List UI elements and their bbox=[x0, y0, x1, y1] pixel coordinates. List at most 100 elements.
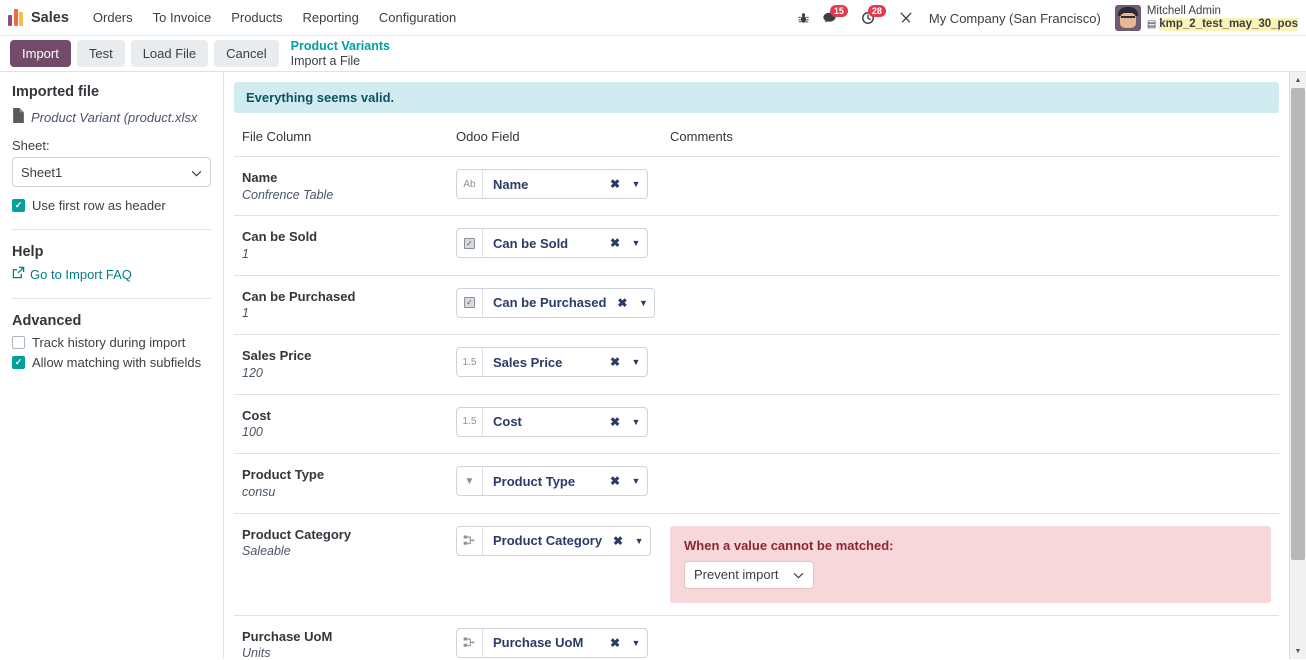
scroll-down-arrow-icon[interactable]: ▼ bbox=[1290, 643, 1306, 659]
database-icon: ▤ bbox=[1146, 18, 1157, 30]
file-column-sample: consu bbox=[242, 484, 276, 499]
odoo-field-cell: ✓ Can be Sold ✖ ▼ bbox=[448, 215, 662, 276]
odoo-field-label: Can be Sold bbox=[493, 235, 569, 251]
file-column-name: Sales Price bbox=[242, 348, 312, 364]
help-heading: Help bbox=[12, 244, 44, 260]
header-odoo-field: Odoo Field bbox=[448, 123, 662, 157]
odoo-field-select[interactable]: Ab Name ✖ ▼ bbox=[456, 169, 648, 199]
menu-item-to-invoice[interactable]: To Invoice bbox=[143, 4, 222, 31]
caret-down-icon[interactable]: ▼ bbox=[632, 289, 654, 317]
odoo-field-select[interactable]: Purchase UoM ✖ ▼ bbox=[456, 627, 648, 658]
header-comments: Comments bbox=[662, 123, 1279, 157]
company-name[interactable]: My Company (San Francisco) bbox=[919, 11, 1111, 26]
caret-down-icon[interactable]: ▼ bbox=[625, 408, 647, 436]
file-column-name: Can be Sold bbox=[242, 229, 318, 245]
close-icon[interactable]: ✖ bbox=[605, 467, 625, 495]
float-field-icon: 1.5 bbox=[457, 348, 483, 377]
load-file-button[interactable]: Load File bbox=[130, 39, 209, 68]
track-history-checkbox[interactable] bbox=[12, 336, 25, 349]
file-column-cell: Cost 100 bbox=[234, 394, 448, 455]
unmatched-value-select[interactable]: Prevent import bbox=[684, 560, 814, 589]
file-column-sample: Saleable bbox=[242, 544, 291, 559]
activities-icon[interactable]: 28 bbox=[855, 5, 886, 31]
systray: 15 28 My Company (San Francisco) Mitchel… bbox=[791, 0, 1298, 36]
user-avatar-icon bbox=[1114, 5, 1141, 31]
menu-item-configuration[interactable]: Configuration bbox=[369, 4, 466, 31]
caret-down-icon[interactable]: ▼ bbox=[625, 229, 647, 257]
app-brand[interactable]: Sales bbox=[8, 9, 69, 26]
odoo-field-label: Can be Purchased bbox=[493, 295, 607, 311]
breadcrumb-subtitle: Import a File bbox=[290, 53, 361, 68]
vertical-scrollbar[interactable]: ▲ ▼ bbox=[1289, 72, 1306, 659]
caret-down-icon[interactable]: ▼ bbox=[625, 348, 647, 376]
caret-down-icon[interactable]: ▼ bbox=[625, 629, 647, 657]
control-panel: Import Test Load File Cancel Product Var… bbox=[0, 36, 1306, 72]
file-column-cell: Product Type consu bbox=[234, 453, 448, 514]
caret-down-icon[interactable]: ▼ bbox=[625, 467, 647, 495]
sidebar-divider-1 bbox=[12, 229, 211, 230]
use-first-row-as-header-checkbox[interactable] bbox=[12, 199, 25, 212]
breadcrumb-title[interactable]: Product Variants bbox=[291, 39, 390, 54]
float-field-icon: 1.5 bbox=[457, 407, 483, 436]
table-row: Purchase UoM Units Purchase UoM ✖ ▼ bbox=[234, 615, 1279, 659]
file-column-name: Product Category bbox=[242, 526, 352, 542]
activities-badge: 28 bbox=[867, 5, 886, 17]
table-row: Product Category Saleable Product Catego… bbox=[234, 513, 1279, 616]
menu-item-products[interactable]: Products bbox=[221, 4, 292, 31]
advanced-heading: Advanced bbox=[12, 313, 82, 329]
odoo-field-label: Sales Price bbox=[493, 354, 563, 370]
close-icon[interactable]: ✖ bbox=[605, 229, 625, 257]
odoo-field-select[interactable]: ▼ Product Type ✖ ▼ bbox=[456, 466, 648, 497]
chevron-down-icon bbox=[793, 567, 804, 582]
scroll-up-arrow-icon[interactable]: ▲ bbox=[1290, 72, 1306, 88]
messages-icon[interactable]: 15 bbox=[817, 5, 848, 31]
table-row: Can be Purchased 1 ✓ Can be Purchased ✖ … bbox=[234, 275, 1279, 336]
database-name: kmp_2_test_may_30_pos bbox=[1159, 18, 1298, 32]
use-first-row-as-header-row[interactable]: Use first row as header bbox=[12, 198, 211, 213]
tools-icon[interactable] bbox=[893, 5, 919, 31]
track-history-row[interactable]: Track history during import bbox=[12, 335, 211, 350]
close-icon[interactable]: ✖ bbox=[605, 629, 625, 657]
app-name: Sales bbox=[31, 9, 69, 26]
allow-subfields-checkbox[interactable] bbox=[12, 356, 25, 369]
imported-file-heading: Imported file bbox=[12, 84, 100, 100]
close-icon[interactable]: ✖ bbox=[605, 408, 625, 436]
user-name: Mitchell Admin bbox=[1146, 4, 1221, 17]
scrollbar-thumb[interactable] bbox=[1291, 88, 1305, 560]
import-faq-link[interactable]: Go to Import FAQ bbox=[12, 266, 211, 282]
odoo-field-select[interactable]: 1.5 Cost ✖ ▼ bbox=[456, 406, 648, 437]
menu-item-orders[interactable]: Orders bbox=[83, 4, 143, 31]
close-icon[interactable]: ✖ bbox=[605, 170, 625, 198]
file-column-sample: 100 bbox=[242, 425, 263, 440]
sheet-select[interactable]: Sheet1 bbox=[12, 157, 211, 187]
file-column-sample: Confrence Table bbox=[242, 187, 334, 202]
caret-down-icon[interactable]: ▼ bbox=[625, 170, 647, 198]
odoo-field-label: Product Category bbox=[493, 533, 603, 549]
cancel-button[interactable]: Cancel bbox=[214, 39, 279, 68]
odoo-bars-logo-icon bbox=[8, 9, 23, 26]
close-icon[interactable]: ✖ bbox=[612, 289, 632, 317]
file-column-name: Can be Purchased bbox=[242, 288, 356, 304]
file-column-sample: 1 bbox=[242, 246, 249, 261]
import-button[interactable]: Import bbox=[10, 39, 71, 68]
menu-item-reporting[interactable]: Reporting bbox=[293, 4, 369, 31]
file-column-sample: 120 bbox=[242, 365, 263, 380]
odoo-field-select[interactable]: ✓ Can be Purchased ✖ ▼ bbox=[456, 287, 656, 318]
scrollbar-track[interactable] bbox=[1290, 88, 1306, 643]
bug-icon[interactable] bbox=[791, 5, 817, 31]
sheet-value: Sheet1 bbox=[21, 164, 63, 180]
odoo-field-select[interactable]: Product Category ✖ ▼ bbox=[456, 525, 652, 556]
comments-cell bbox=[662, 156, 1279, 217]
test-button[interactable]: Test bbox=[76, 39, 125, 68]
odoo-field-cell: ▼ Product Type ✖ ▼ bbox=[448, 453, 662, 514]
odoo-field-select[interactable]: 1.5 Sales Price ✖ ▼ bbox=[456, 347, 648, 378]
file-column-sample: Units bbox=[242, 646, 271, 659]
caret-down-icon[interactable]: ▼ bbox=[628, 527, 650, 555]
close-icon[interactable]: ✖ bbox=[608, 527, 628, 555]
odoo-field-select[interactable]: ✓ Can be Sold ✖ ▼ bbox=[456, 228, 648, 259]
close-icon[interactable]: ✖ bbox=[605, 348, 625, 376]
user-menu[interactable]: Mitchell Admin ▤ kmp_2_test_may_30_pos bbox=[1111, 4, 1298, 32]
import-mapping-panel: Everything seems valid. File Column Odoo… bbox=[224, 72, 1306, 659]
allow-subfields-row[interactable]: Allow matching with subfields bbox=[12, 355, 211, 370]
selection-field-icon: ▼ bbox=[457, 467, 483, 496]
